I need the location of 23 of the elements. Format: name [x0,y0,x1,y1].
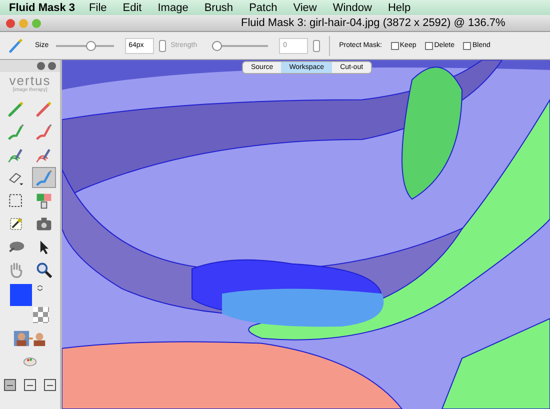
swap-icon[interactable] [36,284,44,292]
stepper-icon[interactable] [313,40,320,52]
view-mode-icon[interactable] [24,379,36,391]
menu-item[interactable]: File [89,2,107,14]
foreground-color-swatch[interactable] [10,284,32,306]
people-icon[interactable] [13,330,47,347]
view-mode-icon[interactable] [44,379,56,391]
menu-item[interactable]: View [293,2,317,14]
menu-item[interactable]: Brush [204,2,234,14]
slider-thumb[interactable] [86,40,96,50]
palette-icon[interactable] [23,355,37,367]
transparent-swatch[interactable] [33,307,49,323]
stepper-icon[interactable] [158,40,166,52]
app-name[interactable]: Fluid Mask 3 [9,2,76,14]
menu-item[interactable]: Patch [249,2,278,14]
view-mode-icon[interactable] [4,379,16,391]
window-title: Fluid Mask 3: girl-hair-04.jpg (3872 x 2592) @ 136.7% [240,17,506,29]
menu-item[interactable]: Image [158,2,188,14]
menu-item[interactable]: Edit [122,2,142,14]
brush-icon [8,38,24,54]
menu-item[interactable]: Window [332,2,372,14]
vertus-logo: vertus [9,74,51,87]
menu-item[interactable]: Help [388,2,411,14]
